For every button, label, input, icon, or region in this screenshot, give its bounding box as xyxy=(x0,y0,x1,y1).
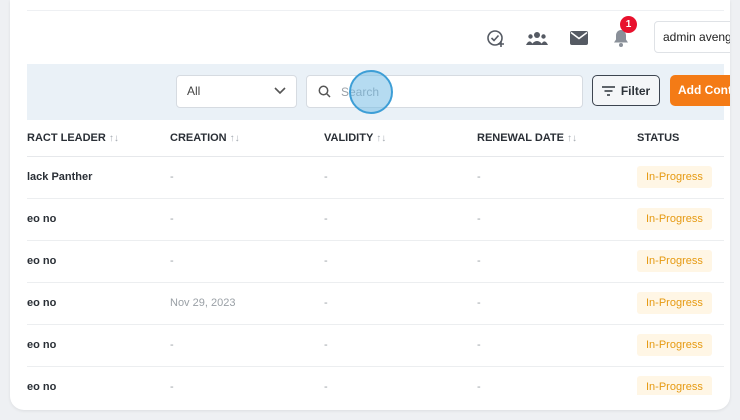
table-row[interactable]: eo no - - - In-Progress xyxy=(27,324,724,367)
cell-leader: eo no xyxy=(27,339,57,351)
cell-leader: eo no xyxy=(27,297,57,309)
bell-icon[interactable]: 1 xyxy=(610,16,637,49)
cell-leader: eo no xyxy=(27,381,57,393)
sort-icon[interactable]: ↑↓ xyxy=(230,133,240,144)
column-header-leader[interactable]: RACT LEADER ↑↓ xyxy=(27,132,119,144)
cell-renewal: - xyxy=(477,339,481,351)
status-badge: In-Progress xyxy=(637,250,712,272)
search-icon xyxy=(318,85,331,98)
table-row[interactable]: eo no - - - In-Progress xyxy=(27,198,724,241)
cell-creation: - xyxy=(170,381,174,393)
sort-icon[interactable]: ↑↓ xyxy=(109,133,119,144)
column-header-status: STATUS xyxy=(637,132,680,144)
cell-leader: eo no xyxy=(27,255,57,267)
add-contract-button[interactable]: Add Contract xyxy=(670,75,730,106)
sort-icon[interactable]: ↑↓ xyxy=(376,133,386,144)
status-badge: In-Progress xyxy=(637,208,712,230)
filter-icon xyxy=(601,85,615,96)
user-menu[interactable]: admin avengers xyxy=(654,21,730,53)
cell-validity: - xyxy=(324,171,328,183)
cell-creation: - xyxy=(170,339,174,351)
top-header: 1 admin avengers xyxy=(27,10,730,65)
cell-validity: - xyxy=(324,213,328,225)
contracts-table: RACT LEADER ↑↓ CREATION ↑↓ VALIDITY ↑↓ RENE… xyxy=(27,120,724,395)
cell-leader: eo no xyxy=(27,213,57,225)
cell-leader: lack Panther xyxy=(27,171,93,183)
cell-creation: - xyxy=(170,255,174,267)
chevron-down-icon xyxy=(274,87,286,95)
status-select[interactable]: All xyxy=(176,75,297,108)
table-row[interactable]: eo no - - - In-Progress xyxy=(27,366,724,395)
cell-renewal: - xyxy=(477,297,481,309)
filter-button-label: Filter xyxy=(620,83,651,98)
status-badge: In-Progress xyxy=(637,166,712,188)
table-row[interactable]: eo no Nov 29, 2023 - - In-Progress xyxy=(27,282,724,325)
cell-renewal: - xyxy=(477,255,481,267)
table-row[interactable]: lack Panther - - - In-Progress xyxy=(27,156,724,199)
click-indicator xyxy=(349,70,393,114)
cell-creation: Nov 29, 2023 xyxy=(170,297,236,309)
notification-badge: 1 xyxy=(620,16,637,33)
team-icon[interactable] xyxy=(525,27,549,49)
cell-renewal: - xyxy=(477,171,481,183)
status-badge: In-Progress xyxy=(637,376,712,395)
cell-validity: - xyxy=(324,381,328,393)
table-row[interactable]: eo no - - - In-Progress xyxy=(27,240,724,283)
main-card: 1 admin avengers All Filter Add Contract… xyxy=(10,0,730,410)
status-badge: In-Progress xyxy=(637,292,712,314)
check-add-icon[interactable] xyxy=(485,27,507,49)
cell-validity: - xyxy=(324,339,328,351)
cell-creation: - xyxy=(170,213,174,225)
column-header-creation[interactable]: CREATION ↑↓ xyxy=(170,132,240,144)
cell-renewal: - xyxy=(477,381,481,393)
mail-icon[interactable] xyxy=(568,27,590,49)
cell-validity: - xyxy=(324,255,328,267)
cell-creation: - xyxy=(170,171,174,183)
status-badge: In-Progress xyxy=(637,334,712,356)
table-header: RACT LEADER ↑↓ CREATION ↑↓ VALIDITY ↑↓ RENE… xyxy=(27,120,724,157)
filter-button[interactable]: Filter xyxy=(592,75,660,106)
cell-validity: - xyxy=(324,297,328,309)
sort-icon[interactable]: ↑↓ xyxy=(567,133,577,144)
column-header-renewal[interactable]: RENEWAL DATE ↑↓ xyxy=(477,132,577,144)
cell-renewal: - xyxy=(477,213,481,225)
search-box[interactable] xyxy=(306,75,583,108)
column-header-validity[interactable]: VALIDITY ↑↓ xyxy=(324,132,386,144)
status-select-value: All xyxy=(187,84,201,98)
